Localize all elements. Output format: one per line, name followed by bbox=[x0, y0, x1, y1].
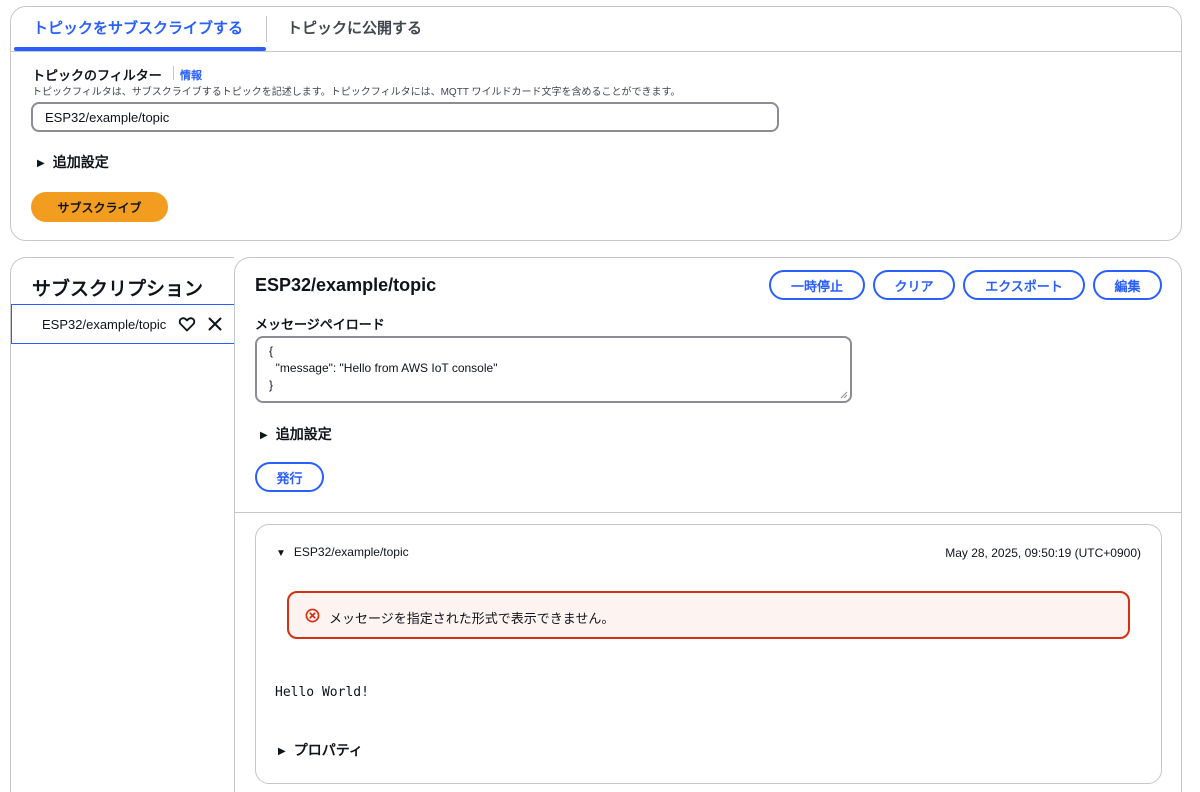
topic-filter-label: トピックのフィルター bbox=[32, 68, 162, 83]
heart-icon[interactable] bbox=[178, 315, 196, 333]
active-tab-indicator bbox=[14, 47, 266, 51]
message-timestamp: May 28, 2025, 09:50:19 (UTC+0900) bbox=[945, 546, 1141, 560]
info-link[interactable]: 情報 bbox=[180, 67, 202, 83]
subscriptions-title: サブスクリプション bbox=[32, 279, 204, 300]
tab-divider bbox=[266, 16, 267, 42]
topic-card: トピックをサブスクライブする トピックに公開する トピックのフィルター 情報 ト… bbox=[10, 6, 1182, 241]
message-card: ▼ ESP32/example/topic May 28, 2025, 09:50… bbox=[255, 524, 1162, 784]
additional-settings-label: 追加設定 bbox=[275, 426, 332, 442]
tab-subscribe[interactable]: トピックをサブスクライブする bbox=[33, 7, 243, 52]
edit-button[interactable]: 編集 bbox=[1093, 270, 1162, 300]
resize-handle-icon[interactable] bbox=[840, 391, 848, 399]
subscription-item-label: ESP32/example/topic bbox=[42, 317, 167, 332]
subscriptions-panel: サブスクリプション ESP32/example/topic bbox=[10, 257, 235, 792]
caret-down-icon: ▼ bbox=[276, 548, 286, 559]
properties-label: プロパティ bbox=[293, 742, 363, 758]
message-body: Hello World! bbox=[275, 685, 369, 700]
topic-filter-description: トピックフィルタは、サブスクライブするトピックを記述します。トピックフィルタには… bbox=[32, 87, 681, 98]
pause-button[interactable]: 一時停止 bbox=[769, 270, 865, 300]
error-alert: メッセージを指定された形式で表示できません。 bbox=[287, 591, 1130, 639]
topic-detail-panel: ESP32/example/topic 一時停止 クリア エクスポート 編集 メ… bbox=[234, 257, 1182, 792]
tab-publish[interactable]: トピックに公開する bbox=[287, 7, 422, 52]
error-message: メッセージを指定された形式で表示できません。 bbox=[329, 611, 615, 626]
topic-title: ESP32/example/topic bbox=[255, 275, 437, 295]
clear-button[interactable]: クリア bbox=[873, 270, 955, 300]
subscription-item[interactable]: ESP32/example/topic bbox=[11, 304, 235, 344]
properties-toggle[interactable]: ▶ プロパティ bbox=[278, 740, 363, 760]
topic-filter-input[interactable] bbox=[31, 102, 779, 132]
publish-button[interactable]: 発行 bbox=[255, 462, 324, 492]
tab-bar: トピックをサブスクライブする トピックに公開する bbox=[11, 7, 1181, 52]
additional-settings-toggle[interactable]: ▶ 追加設定 bbox=[37, 152, 109, 172]
section-divider bbox=[235, 512, 1181, 513]
message-topic-toggle[interactable]: ▼ ESP32/example/topic bbox=[276, 545, 409, 559]
subscribe-button[interactable]: サブスクライブ bbox=[31, 192, 168, 222]
info-divider bbox=[173, 66, 174, 80]
message-topic: ESP32/example/topic bbox=[293, 545, 409, 559]
caret-right-icon: ▶ bbox=[278, 746, 286, 757]
payload-textarea[interactable]: { "message": "Hello from AWS IoT console… bbox=[255, 336, 852, 403]
caret-right-icon: ▶ bbox=[37, 158, 45, 169]
additional-settings-label: 追加設定 bbox=[52, 154, 109, 170]
caret-right-icon: ▶ bbox=[260, 430, 268, 441]
export-button[interactable]: エクスポート bbox=[963, 270, 1085, 300]
close-icon[interactable] bbox=[206, 315, 224, 333]
error-circle-icon bbox=[305, 608, 320, 623]
payload-label: メッセージペイロード bbox=[255, 317, 385, 332]
publish-additional-settings-toggle[interactable]: ▶ 追加設定 bbox=[260, 424, 332, 444]
payload-text: { "message": "Hello from AWS IoT console… bbox=[269, 344, 498, 392]
